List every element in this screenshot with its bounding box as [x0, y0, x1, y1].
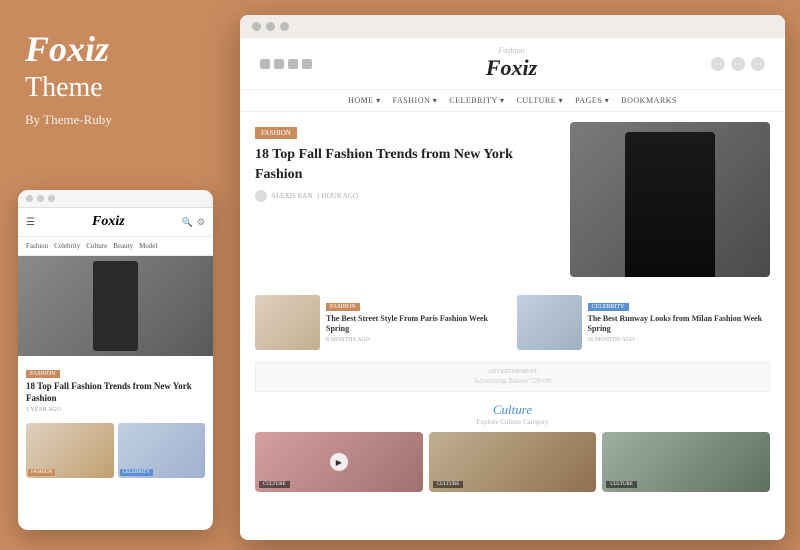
nav-pages[interactable]: PAGES ▾ — [575, 96, 609, 105]
desktop-header: Fashion Foxiz — [240, 38, 785, 90]
nav-bookmarks[interactable]: BOOKMARKS — [621, 96, 677, 105]
mobile-nav-model: Model — [139, 242, 157, 250]
desktop-main-content: FASHION 18 Top Fall Fashion Trends from … — [240, 112, 785, 287]
desktop-dot-3 — [280, 22, 289, 31]
nav-fashion[interactable]: FASHION ▾ — [393, 96, 438, 105]
ad-label: ADVERTISEMENT — [262, 369, 763, 375]
mobile-fashion-badge: FASHION — [26, 370, 60, 378]
ad-banner: ADVERTISEMENT Advertising Banner 728×90 — [255, 362, 770, 392]
culture-card-1: ▶ CULTURE — [255, 432, 423, 492]
mobile-card-1: FASHION — [26, 423, 114, 478]
youtube-icon — [302, 59, 312, 69]
featured-badge: FASHION — [255, 127, 297, 139]
settings-icon[interactable] — [751, 57, 765, 71]
mobile-dot-2 — [37, 195, 44, 202]
ad-content: Advertising Banner 728×90 — [262, 377, 763, 385]
desktop-top-bar — [240, 15, 785, 38]
sub2-meta: 10 MONTHS AGO — [588, 337, 771, 343]
desktop-logo-main: Foxiz — [312, 55, 711, 81]
mobile-dot-3 — [48, 195, 55, 202]
desktop-logo-script: Fashion — [312, 46, 711, 55]
play-button[interactable]: ▶ — [330, 453, 348, 471]
sub1-badge: FASHION — [326, 303, 360, 311]
twitter-icon — [288, 59, 298, 69]
culture-cards: ▶ CULTURE CULTURE CULTURE — [255, 432, 770, 492]
left-panel: Foxiz Theme By Theme-Ruby ☰ Foxiz 🔍 ⚙ Fa… — [0, 0, 230, 550]
mobile-article-title: 18 Top Fall Fashion Trends from New York… — [26, 381, 205, 404]
culture-card2-badge: CULTURE — [433, 481, 464, 488]
mobile-card1-badge: FASHION — [28, 469, 55, 476]
culture-card1-badge: CULTURE — [259, 481, 290, 488]
facebook-icon — [274, 59, 284, 69]
mobile-bottom-cards: FASHION CELEBRITY — [18, 419, 213, 482]
brand-title: Foxiz — [25, 30, 205, 70]
sub1-title[interactable]: The Best Street Style From Paris Fashion… — [326, 314, 509, 335]
sub-article-2-content: CELEBRITY The Best Runway Looks from Mil… — [588, 295, 771, 343]
sub-article-1-image — [255, 295, 320, 350]
mobile-nav-culture: Culture — [86, 242, 107, 250]
mobile-card-2: CELEBRITY — [118, 423, 206, 478]
nav-home[interactable]: HOME ▾ — [348, 96, 381, 105]
social-icons — [260, 59, 312, 69]
culture-subtitle: Explore Culture Category — [255, 418, 770, 426]
culture-card-2: CULTURE — [429, 432, 597, 492]
mobile-article-meta: 1 YEAR AGO — [26, 407, 205, 413]
culture-card-3: CULTURE — [602, 432, 770, 492]
sub-article-2-image — [517, 295, 582, 350]
mobile-top-bar — [18, 190, 213, 208]
mobile-card2-badge: CELEBRITY — [120, 469, 154, 476]
mobile-header: ☰ Foxiz 🔍 ⚙ — [18, 208, 213, 237]
mobile-nav-celebrity: Celebrity — [54, 242, 80, 250]
nav-celebrity[interactable]: CELEBRITY ▾ — [449, 96, 504, 105]
culture-card3-badge: CULTURE — [606, 481, 637, 488]
sub1-meta: 8 MONTHS AGO — [326, 337, 509, 343]
sub-article-1: FASHION The Best Street Style From Paris… — [255, 295, 509, 350]
sub-article-1-content: FASHION The Best Street Style From Paris… — [326, 295, 509, 343]
theme-label: Theme — [25, 72, 205, 104]
header-icons — [711, 57, 765, 71]
search-icon[interactable] — [711, 57, 725, 71]
featured-author: ALEXIS RAN — [271, 192, 312, 200]
featured-meta: ALEXIS RAN 1 HOUR AGO — [255, 190, 560, 202]
mobile-nav: Fashion Celebrity Culture Beauty Model — [18, 237, 213, 256]
featured-time: 1 HOUR AGO — [316, 192, 358, 200]
mobile-article-info: FASHION 18 Top Fall Fashion Trends from … — [18, 356, 213, 419]
featured-image — [570, 122, 770, 277]
mobile-nav-beauty: Beauty — [113, 242, 133, 250]
sub-articles: FASHION The Best Street Style From Paris… — [240, 287, 785, 358]
mobile-logo: Foxiz — [92, 214, 125, 230]
featured-person-silhouette — [625, 132, 715, 277]
mobile-dot-1 — [26, 195, 33, 202]
desktop-dot-2 — [266, 22, 275, 31]
sub2-badge: CELEBRITY — [588, 303, 629, 311]
desktop-nav: HOME ▾ FASHION ▾ CELEBRITY ▾ CULTURE ▾ P… — [240, 90, 785, 112]
sub2-title[interactable]: The Best Runway Looks from Milan Fashion… — [588, 314, 771, 335]
sub-article-2: CELEBRITY The Best Runway Looks from Mil… — [517, 295, 771, 350]
mobile-person-silhouette — [93, 261, 138, 351]
featured-article: FASHION 18 Top Fall Fashion Trends from … — [255, 122, 560, 277]
desktop-logo-container: Fashion Foxiz — [312, 46, 711, 81]
desktop-preview: Fashion Foxiz HOME ▾ FASHION ▾ CELEBRITY… — [240, 15, 785, 540]
featured-title[interactable]: 18 Top Fall Fashion Trends from New York… — [255, 145, 560, 184]
mobile-nav-fashion: Fashion — [26, 242, 48, 250]
culture-section: Culture Explore Culture Category ▶ CULTU… — [240, 396, 785, 498]
desktop-dot-1 — [252, 22, 261, 31]
mobile-main-image — [18, 256, 213, 356]
culture-title[interactable]: Culture — [255, 402, 770, 418]
mobile-preview: ☰ Foxiz 🔍 ⚙ Fashion Celebrity Culture Be… — [18, 190, 213, 530]
account-icon[interactable] — [731, 57, 745, 71]
globe-icon — [260, 59, 270, 69]
by-label: By Theme-Ruby — [25, 112, 205, 128]
author-avatar — [255, 190, 267, 202]
nav-culture[interactable]: CULTURE ▾ — [516, 96, 563, 105]
